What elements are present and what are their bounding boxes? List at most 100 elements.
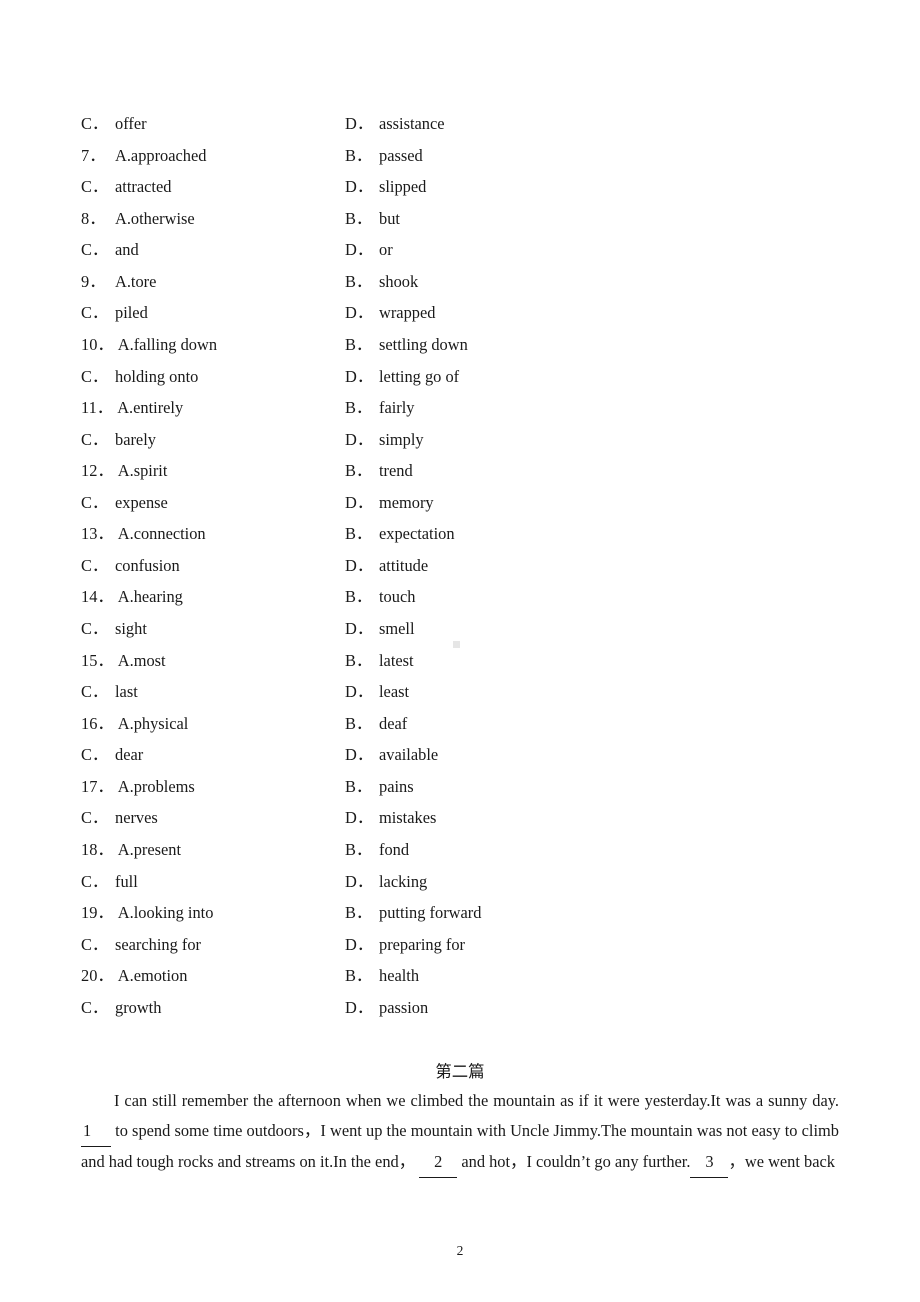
cloze-blank-3[interactable]: 3	[690, 1147, 729, 1178]
option-label: C．	[81, 619, 109, 638]
option-text: pains	[379, 776, 414, 796]
option-choice[interactable]: D． wrapped	[345, 297, 435, 329]
option-choice[interactable]: B． passed	[345, 140, 423, 172]
option-choice[interactable]: 14． A.hearing	[81, 581, 183, 613]
option-choice[interactable]: 8． A.otherwise	[81, 203, 195, 235]
option-choice[interactable]: D． memory	[345, 487, 434, 519]
option-text: available	[379, 745, 439, 765]
option-choice[interactable]: C． offer	[81, 108, 147, 140]
option-label: B．	[345, 461, 373, 481]
option-choice[interactable]: B． pains	[345, 771, 414, 803]
option-label: 7．	[81, 145, 106, 165]
option-choice[interactable]: B． expectation	[345, 518, 455, 550]
option-choice[interactable]: 19． A.looking into	[81, 897, 213, 929]
option-choice[interactable]: D． assistance	[345, 108, 445, 140]
option-choice[interactable]: D． least	[345, 676, 409, 708]
option-choice[interactable]: D． mistakes	[345, 802, 436, 834]
option-label: C．	[81, 492, 109, 512]
option-label: D．	[345, 429, 374, 449]
option-text: letting go of	[379, 366, 460, 386]
cloze-blank-2[interactable]: 2	[419, 1147, 458, 1178]
option-label: D．	[345, 177, 374, 197]
option-choice[interactable]: D． lacking	[345, 866, 427, 898]
option-choice[interactable]: C． dear	[81, 739, 143, 771]
option-choice[interactable]: 7． A.approached	[81, 140, 206, 172]
option-label: B．	[345, 398, 373, 418]
option-text: nerves	[115, 808, 158, 828]
option-text: shook	[379, 271, 419, 291]
option-text: fond	[379, 839, 410, 859]
option-label: 15．	[81, 650, 114, 670]
option-label: D．	[345, 555, 374, 575]
option-choice[interactable]: C． expense	[81, 487, 168, 519]
option-choice[interactable]: 11． A.entirely	[81, 392, 183, 424]
option-choice[interactable]: C． full	[81, 866, 138, 898]
option-text: deaf	[379, 713, 408, 733]
option-choice[interactable]: B． shook	[345, 266, 418, 298]
option-choice[interactable]: 9． A.tore	[81, 266, 156, 298]
option-choice[interactable]: B． touch	[345, 581, 415, 613]
option-choice[interactable]: 13． A.connection	[81, 518, 206, 550]
option-choice[interactable]: C． holding onto	[81, 361, 198, 393]
option-choice[interactable]: C． barely	[81, 424, 156, 456]
option-label: 20．	[81, 966, 114, 986]
option-label: C．	[81, 303, 109, 323]
option-label: B．	[345, 903, 373, 923]
option-text: putting forward	[379, 903, 482, 923]
option-row: 11． A.entirely B． fairly	[81, 392, 841, 424]
option-choice[interactable]: B． health	[345, 960, 419, 992]
option-choice[interactable]: B． but	[345, 203, 400, 235]
option-label: B．	[345, 839, 373, 859]
option-text: A.entirely	[117, 398, 184, 418]
option-choice[interactable]: B． latest	[345, 645, 414, 677]
option-choice[interactable]: 15． A.most	[81, 645, 166, 677]
option-row: C． piled D． wrapped	[81, 297, 841, 329]
option-label: B．	[345, 776, 373, 796]
option-choice[interactable]: D． simply	[345, 424, 424, 456]
option-choice[interactable]: C． sight	[81, 613, 147, 645]
passage-text-part4: ，we went back	[728, 1152, 835, 1171]
option-choice[interactable]: C． growth	[81, 992, 161, 1024]
passage-heading: 第二篇	[435, 1062, 485, 1081]
option-choice[interactable]: C． nerves	[81, 802, 158, 834]
option-choice[interactable]: 10． A.falling down	[81, 329, 217, 361]
option-choice[interactable]: 18． A.present	[81, 834, 181, 866]
option-text: last	[115, 682, 138, 702]
option-choice[interactable]: D． smell	[345, 613, 415, 645]
option-choice[interactable]: 17． A.problems	[81, 771, 195, 803]
option-text: memory	[379, 492, 434, 512]
option-choice[interactable]: D． or	[345, 234, 393, 266]
option-choice[interactable]: B． settling down	[345, 329, 468, 361]
option-choice[interactable]: D． letting go of	[345, 361, 459, 393]
option-text: fairly	[379, 398, 415, 418]
option-choice[interactable]: D． passion	[345, 992, 428, 1024]
option-choice[interactable]: C． last	[81, 676, 138, 708]
option-choice[interactable]: C． attracted	[81, 171, 171, 203]
option-label: B．	[345, 524, 373, 544]
document-page: C． offer D． assistance 7． A.approached B． passe…	[0, 0, 920, 1302]
cloze-blank-1[interactable]: 1	[81, 1116, 111, 1147]
option-choice[interactable]: C． confusion	[81, 550, 180, 582]
option-choice[interactable]: B． fairly	[345, 392, 415, 424]
option-choice[interactable]: B． deaf	[345, 708, 407, 740]
option-choice[interactable]: 20． A.emotion	[81, 960, 187, 992]
option-row: 14． A.hearing B． touch	[81, 581, 841, 613]
option-choice[interactable]: 12． A.spirit	[81, 455, 167, 487]
option-choice[interactable]: B． trend	[345, 455, 413, 487]
option-choice[interactable]: D． slipped	[345, 171, 426, 203]
option-label: B．	[345, 334, 373, 354]
option-choice[interactable]: C． searching for	[81, 929, 201, 961]
option-row: C． expense D． memory	[81, 487, 841, 519]
option-choice[interactable]: C． and	[81, 234, 139, 266]
option-choice[interactable]: 16． A.physical	[81, 708, 188, 740]
option-choice[interactable]: B． putting forward	[345, 897, 481, 929]
option-choice[interactable]: C． piled	[81, 297, 148, 329]
option-choice[interactable]: D． available	[345, 739, 438, 771]
option-choice[interactable]: B． fond	[345, 834, 409, 866]
cloze-options-block: C． offer D． assistance 7． A.approached B． passe…	[81, 108, 841, 1023]
option-choice[interactable]: D． attitude	[345, 550, 428, 582]
option-row: 9． A.tore B． shook	[81, 266, 841, 298]
option-choice[interactable]: D． preparing for	[345, 929, 465, 961]
option-label: C．	[81, 366, 109, 386]
option-text: passion	[379, 997, 429, 1017]
